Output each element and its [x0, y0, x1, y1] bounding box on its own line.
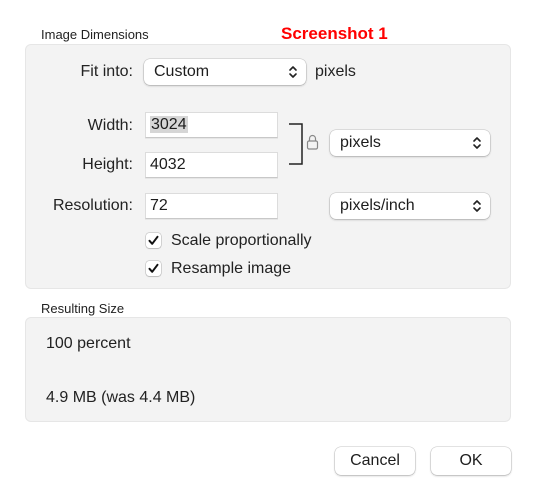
width-field[interactable]: 3024: [145, 112, 278, 138]
width-label: Width:: [87, 117, 133, 134]
fit-into-unit-label: pixels: [315, 63, 356, 80]
scale-proportionally-label[interactable]: Scale proportionally: [171, 232, 312, 250]
resolution-value: 72: [150, 197, 168, 214]
screenshot-annotation: Screenshot 1: [281, 24, 388, 43]
resulting-size-label: Resulting Size: [41, 301, 125, 316]
checkmark-icon: [148, 263, 159, 273]
resample-image-checkbox[interactable]: [146, 261, 161, 276]
size-unit-value: pixels: [340, 134, 381, 151]
size-unit-popup[interactable]: pixels: [330, 130, 490, 156]
resulting-percent: 100 percent: [46, 335, 131, 352]
resolution-field[interactable]: 72: [145, 193, 278, 219]
image-dimensions-label: Image Dimensions: [41, 27, 149, 42]
cancel-button[interactable]: Cancel: [335, 447, 415, 475]
resolution-label: Resolution:: [52, 197, 133, 214]
scale-proportionally-checkbox[interactable]: [146, 233, 161, 248]
resulting-file-size: 4.9 MB (was 4.4 MB): [46, 389, 196, 406]
width-value: 3024: [150, 116, 188, 133]
ok-button[interactable]: OK: [431, 447, 511, 475]
fit-into-value: Custom: [154, 63, 210, 80]
chevron-up-down-icon: [473, 200, 481, 212]
constraint-bracket: [289, 123, 303, 165]
fit-into-label: Fit into:: [80, 63, 133, 80]
checkmark-icon: [148, 235, 159, 245]
height-label: Height:: [82, 156, 133, 173]
lock-icon[interactable]: [306, 134, 319, 150]
resample-image-label[interactable]: Resample image: [171, 260, 291, 278]
height-value: 4032: [150, 156, 186, 173]
chevron-up-down-icon: [473, 137, 481, 149]
resolution-unit-popup[interactable]: pixels/inch: [330, 193, 490, 219]
fit-into-popup[interactable]: Custom: [144, 59, 306, 85]
resolution-unit-value: pixels/inch: [340, 197, 415, 214]
chevron-up-down-icon: [289, 66, 297, 78]
height-field[interactable]: 4032: [145, 152, 278, 178]
